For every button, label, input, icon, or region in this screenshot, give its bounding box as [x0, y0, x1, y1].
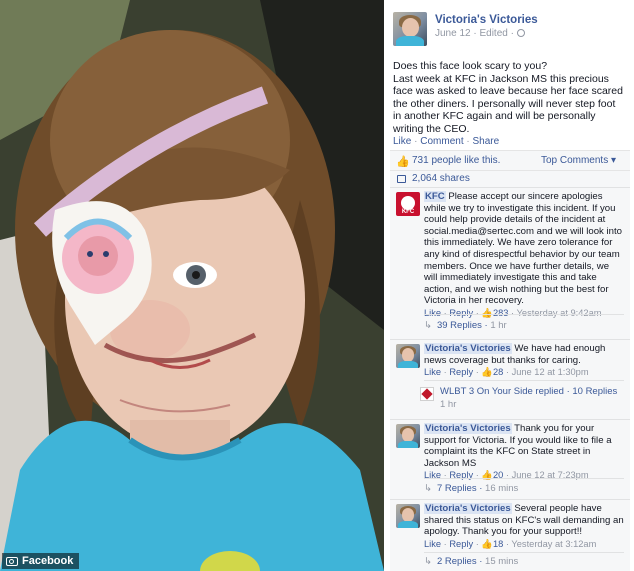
replies-time: 1 hr [490, 320, 507, 331]
replies-time: 16 mins [485, 483, 519, 494]
post-text: Does this face look scary to you? Last w… [393, 60, 625, 136]
replies-link[interactable]: 7 Replies [437, 483, 477, 494]
likes-row: 👍 731 people like this. Top Comments ▾ [390, 150, 630, 170]
post-column: Victoria's Victories June 12 · Edited · … [390, 0, 630, 571]
comment-victorias-victories-2: Victoria's Victories Thank you for your … [390, 419, 630, 501]
kfc-logo-avatar[interactable]: KFC [396, 192, 420, 216]
replies-row[interactable]: ↳ 39 Replies · 1 hr [424, 314, 624, 336]
globe-icon [516, 29, 525, 37]
comment-like-count[interactable]: 28 [493, 367, 503, 377]
thumbs-up-icon: 👍 [481, 538, 493, 549]
commenter-avatar[interactable] [396, 344, 420, 368]
page-avatar[interactable] [393, 12, 427, 46]
comment-kfc: KFC KFC Please accept our sincere apolog… [390, 187, 630, 337]
comment-time[interactable]: Yesterday at 3:12am [511, 539, 596, 549]
comment-victorias-victories-1: Victoria's Victories We have had enough … [390, 339, 630, 417]
post-header: Victoria's Victories June 12 · Edited · [390, 12, 630, 46]
page-name-link[interactable]: Victoria's Victories [435, 14, 538, 26]
comment-like-link[interactable]: Like [424, 539, 441, 549]
comment-body: Victoria's Victories We have had enough … [424, 343, 624, 379]
wlbt-logo-icon [420, 387, 434, 401]
commenter-avatar[interactable] [396, 424, 420, 448]
comment-meta: Like · Reply · 👍28 · June 12 at 1:30pm [424, 367, 589, 378]
comment-body: Victoria's Victories Several people have… [424, 503, 624, 550]
shares-row: 2,064 shares [390, 170, 630, 187]
post-meta: June 12 · Edited · [435, 28, 525, 39]
shares-count-link[interactable]: 2,064 shares [412, 173, 470, 184]
post-date[interactable]: June 12 · Edited · [435, 28, 514, 39]
thumbs-up-icon: 👍 [481, 367, 493, 378]
comment-body: Victoria's Victories Thank you for your … [424, 423, 624, 482]
replies-link[interactable]: WLBT 3 On Your Side replied · 10 Replies [440, 386, 617, 397]
share-icon [397, 175, 406, 183]
comment-text: Please accept our sincere apologies whil… [424, 191, 622, 307]
replies-time: 15 mins [485, 556, 519, 567]
thumbs-up-icon: 👍 [396, 156, 410, 168]
comment-link[interactable]: Comment [420, 136, 463, 147]
camera-icon [6, 556, 18, 566]
share-link[interactable]: Share [473, 136, 500, 147]
separator: · [411, 136, 421, 147]
comment-body: KFC Please accept our sincere apologies … [424, 191, 624, 320]
comment-author[interactable]: Victoria's Victories [424, 423, 512, 434]
replies-link[interactable]: 39 Replies [437, 320, 482, 331]
replies-time: 1 hr [440, 399, 457, 410]
comment-meta: Like · Reply · 👍18 · Yesterday at 3:12am [424, 538, 597, 549]
top-comments-dropdown[interactable]: Top Comments ▾ [541, 155, 616, 166]
replies-row[interactable]: ↳ 7 Replies · 16 mins [424, 478, 624, 500]
replies-row[interactable]: WLBT 3 On Your Side replied · 10 Replies… [420, 380, 624, 416]
reply-arrow-icon: ↳ [424, 483, 432, 494]
replies-link[interactable]: 2 Replies [437, 556, 477, 567]
comment-time[interactable]: June 12 at 1:30pm [512, 367, 589, 377]
comments-list: KFC KFC Please accept our sincere apolog… [390, 187, 630, 571]
post-text-line-2: Last week at KFC in Jackson MS this prec… [393, 72, 623, 135]
post-text-line-1: Does this face look scary to you? [393, 60, 548, 72]
comment-victorias-victories-3: Victoria's Victories Several people have… [390, 499, 630, 571]
separator: · [463, 136, 473, 147]
comment-reply-link[interactable]: Reply [449, 367, 473, 377]
like-link[interactable]: Like [393, 136, 411, 147]
reply-arrow-icon: ↳ [424, 320, 432, 331]
replies-row[interactable]: ↳ 2 Replies · 15 mins [424, 552, 624, 570]
commenter-avatar[interactable] [396, 504, 420, 528]
reply-arrow-icon: ↳ [424, 556, 432, 567]
likes-count-link[interactable]: 731 people like this. [412, 155, 500, 166]
watermark-label: Facebook [22, 555, 74, 567]
comment-author[interactable]: KFC [424, 191, 446, 202]
facebook-watermark: Facebook [2, 553, 80, 569]
comment-author[interactable]: Victoria's Victories [424, 503, 512, 514]
comment-author[interactable]: Victoria's Victories [424, 343, 512, 354]
comment-reply-link[interactable]: Reply [449, 539, 473, 549]
comment-like-link[interactable]: Like [424, 367, 441, 377]
photo-illustration [0, 0, 384, 571]
post-actions: Like · Comment · Share [393, 136, 499, 147]
comment-like-count[interactable]: 18 [493, 539, 503, 549]
post-photo[interactable]: Facebook [0, 0, 384, 571]
